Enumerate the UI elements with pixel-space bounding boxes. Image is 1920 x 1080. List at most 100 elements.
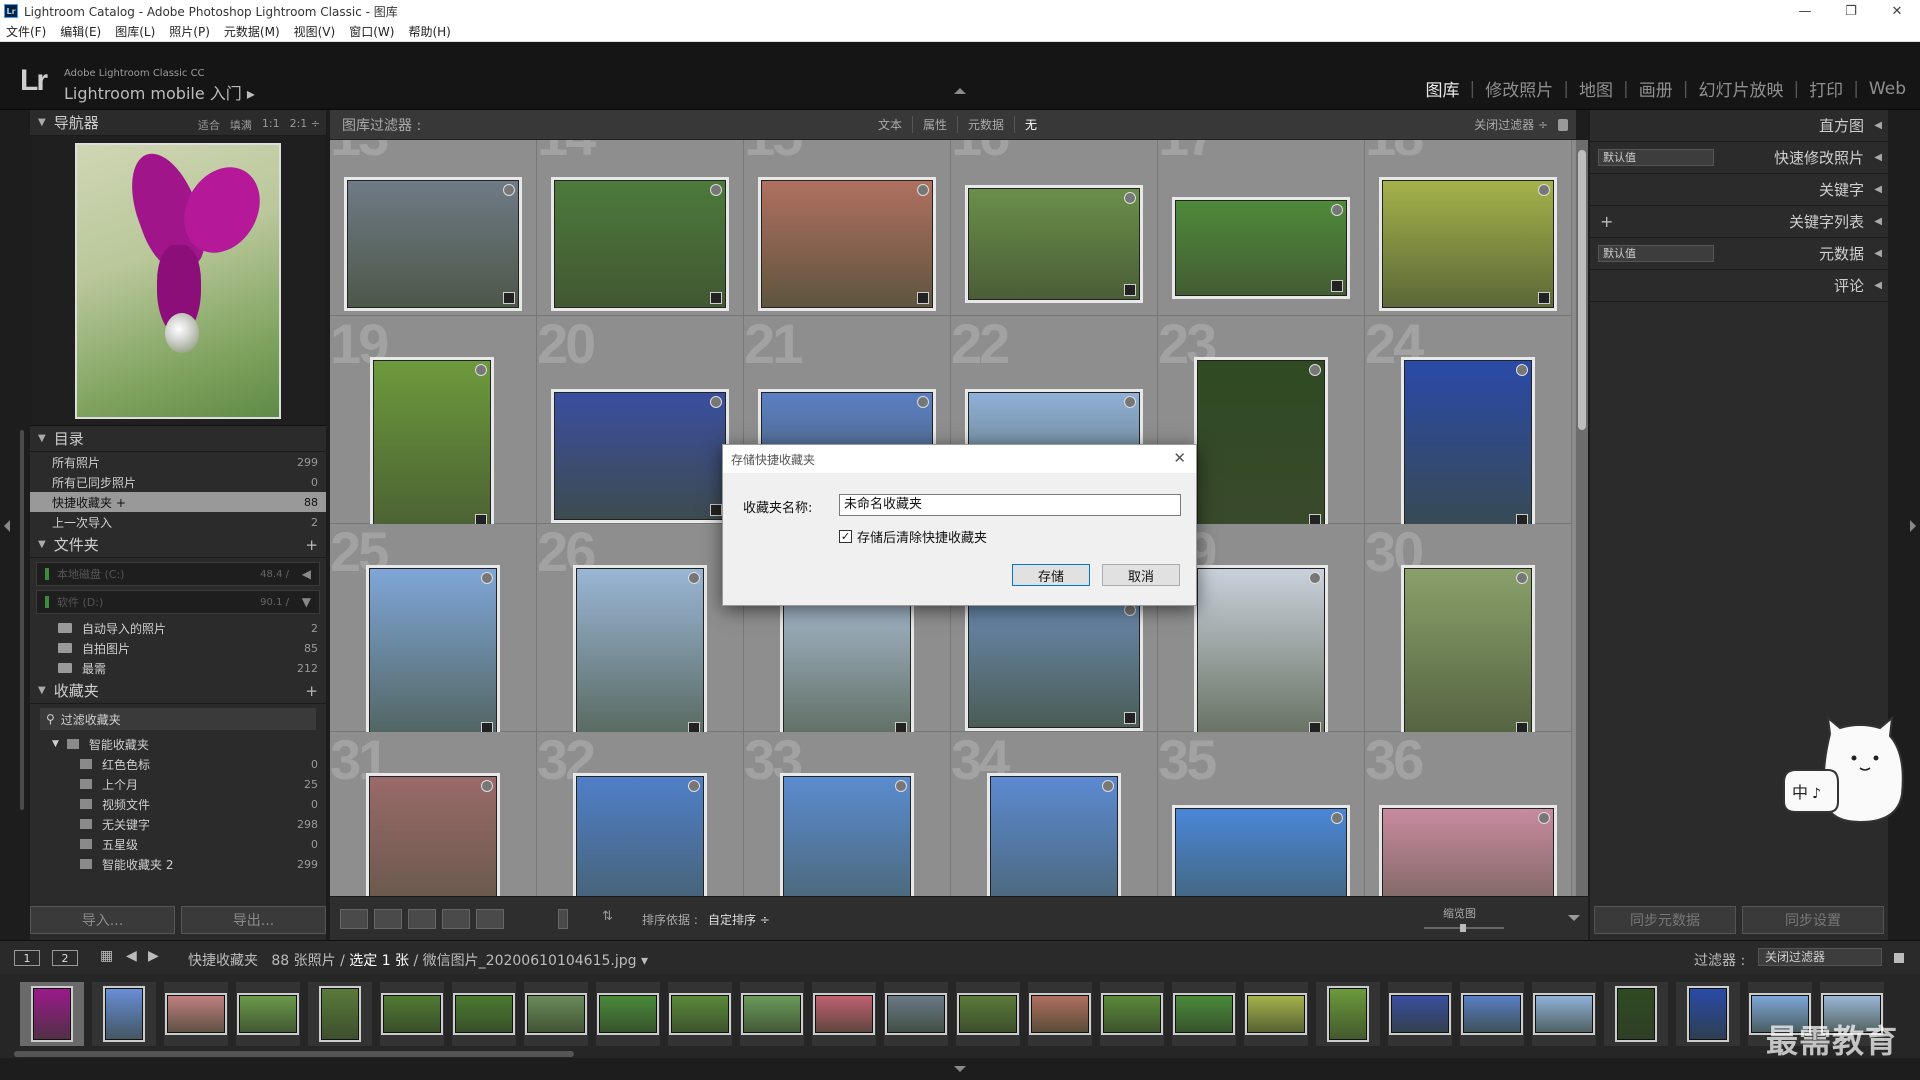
photo-thumbnail[interactable] bbox=[990, 776, 1118, 896]
quick-collection-dot-icon[interactable] bbox=[475, 364, 487, 376]
filmstrip-thumbnail[interactable] bbox=[1604, 982, 1668, 1046]
quick-collection-dot-icon[interactable] bbox=[1309, 572, 1321, 584]
filmstrip-thumbnail[interactable] bbox=[956, 982, 1020, 1046]
quick-collection-dot-icon[interactable] bbox=[1331, 204, 1343, 216]
photo-thumbnail[interactable] bbox=[1382, 808, 1554, 896]
photo-thumbnail[interactable] bbox=[1197, 360, 1325, 530]
catalog-header[interactable]: ▼ 目录 bbox=[30, 426, 326, 452]
zoom-fit[interactable]: 适合 bbox=[198, 117, 220, 133]
collapse-left-panel-icon[interactable] bbox=[4, 520, 10, 532]
grid-cell[interactable]: 25 bbox=[330, 524, 537, 738]
export-button[interactable]: 导出... bbox=[181, 906, 326, 934]
grid-cell[interactable]: 13 bbox=[330, 140, 537, 316]
import-button[interactable]: 导入... bbox=[30, 906, 175, 934]
grid-cell[interactable]: 19 bbox=[330, 316, 537, 530]
keyword-list-header[interactable]: + 关键字列表 ◀ bbox=[1590, 206, 1888, 238]
painter-icon[interactable] bbox=[558, 909, 568, 929]
volume-c[interactable]: 本地磁盘 (C:) 48.4 / ◀ bbox=[36, 562, 320, 586]
filter-attribute[interactable]: 属性 bbox=[913, 116, 959, 133]
photo-thumbnail[interactable] bbox=[554, 392, 726, 520]
folder-item[interactable]: 最需 212 bbox=[30, 658, 326, 678]
filmstrip-thumbnail[interactable] bbox=[1100, 982, 1164, 1046]
menu-help[interactable]: 帮助(H) bbox=[408, 23, 450, 40]
photo-thumbnail[interactable] bbox=[1197, 568, 1325, 738]
filmstrip-thumbnail[interactable] bbox=[1244, 982, 1308, 1046]
zoom-fill[interactable]: 填满 bbox=[230, 117, 252, 133]
filmstrip-thumbnail[interactable] bbox=[236, 982, 300, 1046]
grid-cell[interactable]: 31 bbox=[330, 732, 537, 896]
add-collection-icon[interactable]: + bbox=[305, 682, 318, 700]
grid-cell[interactable]: 17 bbox=[1158, 140, 1365, 316]
filmstrip-thumbnail[interactable] bbox=[1460, 982, 1524, 1046]
volume-d[interactable]: 软件 (D:) 90.1 / ▼ bbox=[36, 590, 320, 614]
compare-view-icon[interactable] bbox=[408, 909, 436, 929]
zoom-1-1[interactable]: 1:1 bbox=[262, 117, 280, 133]
quick-collection-dot-icon[interactable] bbox=[710, 184, 722, 196]
metadata-preset-dropdown[interactable]: 默认值 bbox=[1598, 245, 1714, 262]
filmstrip-source[interactable]: 快捷收藏夹 88 张照片 / 选定 1 张 / 微信图片_20200610104… bbox=[188, 950, 648, 970]
quick-collection-dot-icon[interactable] bbox=[1516, 364, 1528, 376]
metadata-header[interactable]: 默认值 元数据 ◀ bbox=[1590, 238, 1888, 270]
filmstrip-thumbnail[interactable] bbox=[740, 982, 804, 1046]
quick-collection-dot-icon[interactable] bbox=[1331, 812, 1343, 824]
zoom-2-1[interactable]: 2:1 ÷ bbox=[290, 117, 320, 133]
smart-collection-item[interactable]: 红色色标 0 bbox=[30, 754, 326, 774]
module-map[interactable]: 地图 bbox=[1579, 76, 1613, 101]
filmstrip-thumbnail[interactable] bbox=[884, 982, 948, 1046]
navigator-preview[interactable] bbox=[30, 136, 326, 426]
folder-item[interactable]: 自拍图片 85 bbox=[30, 638, 326, 658]
module-library[interactable]: 图库 bbox=[1426, 76, 1460, 101]
photo-thumbnail[interactable] bbox=[1382, 180, 1554, 308]
filmstrip-thumbnail[interactable] bbox=[524, 982, 588, 1046]
close-icon[interactable]: ✕ bbox=[1173, 449, 1186, 467]
photo-thumbnail[interactable] bbox=[1175, 200, 1347, 296]
module-print[interactable]: 打印 bbox=[1809, 76, 1843, 101]
menu-view[interactable]: 视图(V) bbox=[294, 23, 336, 40]
menu-window[interactable]: 窗口(W) bbox=[349, 23, 394, 40]
photo-thumbnail[interactable] bbox=[576, 568, 704, 738]
loupe-view-icon[interactable] bbox=[374, 909, 402, 929]
collection-set-smart[interactable]: ▼ 智能收藏夹 bbox=[30, 734, 326, 754]
grid-cell[interactable]: 14 bbox=[537, 140, 744, 316]
photo-thumbnail[interactable] bbox=[1404, 568, 1532, 738]
checkbox-checked-icon[interactable]: ✓ bbox=[839, 530, 852, 543]
photo-thumbnail[interactable] bbox=[783, 776, 911, 896]
grid-view-icon[interactable] bbox=[340, 909, 368, 929]
photo-thumbnail[interactable] bbox=[369, 568, 497, 738]
filmstrip-thumbnail[interactable] bbox=[812, 982, 876, 1046]
people-view-icon[interactable] bbox=[476, 909, 504, 929]
smart-collection-item[interactable]: 无关键字 298 bbox=[30, 814, 326, 834]
grid-cell[interactable]: 20 bbox=[537, 316, 744, 524]
catalog-item-synced[interactable]: 所有已同步照片 0 bbox=[30, 472, 326, 492]
filter-switch-icon[interactable] bbox=[1894, 953, 1904, 963]
quick-collection-dot-icon[interactable] bbox=[688, 780, 700, 792]
module-develop[interactable]: 修改照片 bbox=[1485, 76, 1553, 101]
photo-thumbnail[interactable] bbox=[968, 188, 1140, 300]
smart-collection-item[interactable]: 五星级 0 bbox=[30, 834, 326, 854]
quick-collection-dot-icon[interactable] bbox=[481, 780, 493, 792]
save-button[interactable]: 存储 bbox=[1012, 564, 1090, 586]
grid-cell[interactable]: 32 bbox=[537, 732, 744, 896]
filmstrip-filter-dropdown[interactable]: 关闭过滤器 bbox=[1758, 948, 1882, 966]
lightroom-mobile-link[interactable]: Lightroom mobile 入门 ▸ bbox=[64, 80, 255, 104]
keywording-header[interactable]: 关键字 ◀ bbox=[1590, 174, 1888, 206]
filmstrip-thumbnail[interactable] bbox=[380, 982, 444, 1046]
quick-collection-dot-icon[interactable] bbox=[503, 184, 515, 196]
collapse-top-panel-icon[interactable] bbox=[954, 88, 966, 94]
lock-icon[interactable] bbox=[1558, 118, 1568, 131]
filter-metadata[interactable]: 元数据 bbox=[958, 116, 1016, 133]
folders-header[interactable]: ▼ 文件夹 + bbox=[30, 532, 326, 558]
photo-thumbnail[interactable] bbox=[1404, 360, 1532, 530]
collections-header[interactable]: ▼ 收藏夹 + bbox=[30, 678, 326, 704]
quick-collection-dot-icon[interactable] bbox=[917, 184, 929, 196]
quick-collection-dot-icon[interactable] bbox=[1124, 396, 1136, 408]
thumbnail-size-slider[interactable] bbox=[1424, 924, 1504, 932]
filmstrip-thumbnail[interactable] bbox=[668, 982, 732, 1046]
filmstrip-thumbnail[interactable] bbox=[1316, 982, 1380, 1046]
filter-text[interactable]: 文本 bbox=[868, 116, 914, 133]
filmstrip-thumbnail[interactable] bbox=[92, 982, 156, 1046]
filmstrip[interactable] bbox=[0, 974, 1920, 1058]
grid-cell[interactable]: 24 bbox=[1365, 316, 1572, 530]
maximize-button[interactable]: ❐ bbox=[1828, 0, 1874, 22]
grid-scrollbar-thumb[interactable] bbox=[1578, 150, 1586, 430]
